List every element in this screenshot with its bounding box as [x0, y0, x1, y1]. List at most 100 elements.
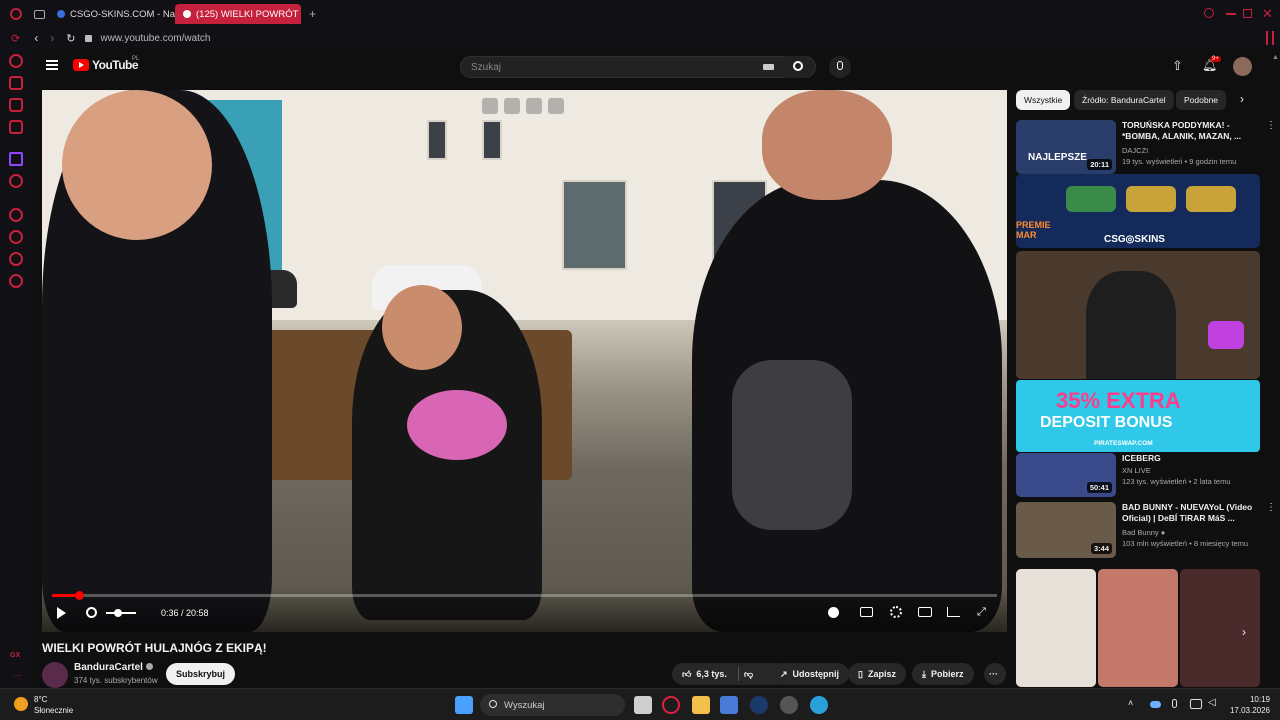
download-button[interactable]: ⤓ Pobierz [912, 663, 974, 685]
player-icon[interactable] [9, 208, 23, 222]
channel-name[interactable]: Bad Bunny ● [1122, 528, 1165, 537]
forward-button[interactable]: › [50, 31, 54, 45]
fullscreen-icon[interactable]: ⤢ [977, 606, 986, 619]
gx-icon[interactable]: GX [10, 652, 20, 659]
short-thumbnail[interactable] [1098, 569, 1178, 687]
maximize-button[interactable] [1243, 9, 1252, 18]
start-menu-icon[interactable] [455, 696, 473, 714]
more-icon[interactable]: ··· [13, 670, 22, 680]
opera-gx-taskbar-icon[interactable] [662, 696, 680, 714]
edge-icon[interactable] [810, 696, 828, 714]
overlay-icon[interactable] [482, 98, 498, 114]
stream-preview[interactable] [1016, 251, 1260, 379]
more-options-icon[interactable]: ⋮ [1266, 120, 1276, 131]
video-thumbnail[interactable]: 50:41 [1016, 453, 1116, 497]
search-button[interactable] [784, 56, 814, 78]
shorts-next-arrow-icon[interactable]: › [1242, 625, 1246, 639]
miniplayer-icon[interactable] [918, 607, 932, 617]
new-tab-button[interactable]: + [309, 7, 316, 21]
video-title[interactable]: TORUŃSKA PODDYMKA! - *BOMBA, ALANIK, MAZ… [1122, 120, 1262, 142]
share-button[interactable]: ↗ Udostępnij [770, 663, 850, 685]
video-player[interactable]: 0:36 / 20:58 ⤢ [42, 90, 1007, 632]
tab-csgo-skins[interactable]: CSGO-SKINS.COM - Najle [49, 4, 175, 24]
onedrive-icon[interactable] [1150, 701, 1161, 708]
microsoft-store-icon[interactable] [720, 696, 738, 714]
tab-youtube-video[interactable]: (125) WIELKI POWRÓT HU [175, 4, 301, 24]
video-thumbnail[interactable]: 3:44 [1016, 502, 1116, 558]
overlay-icon[interactable] [504, 98, 520, 114]
tabs-menu-icon[interactable] [34, 9, 45, 19]
channel-name[interactable]: XN LIVE [1122, 466, 1151, 475]
volume-tray-icon[interactable]: ◁ [1208, 697, 1216, 708]
progress-scrubber[interactable] [75, 591, 85, 600]
pirateswap-ad[interactable]: 35% EXTRA DEPOSIT BONUS PIRATESWAP.COM [1016, 380, 1260, 452]
csgo-skins-ad[interactable]: PREMIE MAR CSG◎SKINS [1016, 174, 1260, 248]
easy-setup-icon[interactable] [1266, 31, 1274, 45]
save-button[interactable]: ▯ Zapisz [848, 663, 906, 685]
chip-source[interactable]: Źródło: BanduraCartel [1074, 90, 1174, 110]
youtube-logo-icon[interactable] [73, 59, 89, 71]
steam-icon[interactable] [750, 696, 768, 714]
play-button[interactable] [57, 607, 66, 619]
settings-icon[interactable] [890, 606, 902, 618]
volume-icon[interactable] [86, 607, 97, 618]
opera-logo-icon[interactable] [10, 8, 22, 20]
video-thumbnail[interactable]: NAJLEPSZE 20:11 [1016, 120, 1116, 174]
clock[interactable]: 10:19 17.03.2026 [1230, 694, 1270, 716]
cast-icon[interactable] [947, 607, 960, 617]
chip-similar[interactable]: Podobne [1176, 90, 1227, 110]
voice-search-button[interactable] [829, 56, 851, 78]
overlay-icon[interactable] [526, 98, 542, 114]
subscribe-button[interactable]: Subskrybuj [166, 663, 236, 685]
extensions-icon[interactable] [9, 252, 23, 266]
settings-gear-icon[interactable] [9, 274, 23, 288]
channel-name[interactable]: DAJCZI [1122, 146, 1148, 155]
twitch-icon[interactable] [9, 152, 23, 166]
chips-next-arrow-icon[interactable]: › [1240, 92, 1244, 106]
reload-sync-icon[interactable]: ⟳ [11, 32, 20, 45]
youtube-sidebar-icon[interactable] [9, 174, 23, 188]
progress-bar[interactable] [52, 591, 997, 600]
volume-slider[interactable] [106, 609, 136, 617]
scrollbar-up-arrow[interactable]: ▲ [1272, 54, 1279, 61]
taskbar-search-label: Wyszukaj [504, 699, 545, 711]
history-icon[interactable] [9, 230, 23, 244]
dislike-button[interactable]: 👎︎ [744, 669, 753, 680]
task-view-icon[interactable] [634, 696, 652, 714]
close-window-button[interactable]: ✕ [1262, 6, 1273, 22]
hamburger-menu-icon[interactable] [46, 60, 58, 70]
channel-name[interactable]: BanduraCartel [74, 662, 153, 673]
pause-toggle-icon[interactable] [828, 607, 839, 618]
url-field[interactable]: www.youtube.com/watch [100, 33, 210, 44]
workspaces-icon[interactable] [9, 76, 23, 90]
messenger-icon[interactable] [9, 98, 23, 112]
tray-chevron-icon[interactable]: ˄ [1128, 698, 1133, 708]
search-tabs-icon[interactable] [1204, 8, 1214, 18]
more-options-icon[interactable]: ⋮ [1266, 502, 1276, 513]
back-button[interactable]: ‹ [34, 31, 38, 45]
video-title[interactable]: BAD BUNNY - NUEVAYoL (Video Oficial) | D… [1122, 502, 1262, 524]
weather-icon[interactable] [14, 697, 28, 711]
instagram-icon[interactable] [9, 120, 23, 134]
subtitles-icon[interactable] [860, 607, 873, 617]
keyboard-icon[interactable] [763, 64, 774, 70]
weather-widget[interactable]: 8°C Słonecznie [34, 694, 73, 716]
taskbar-search[interactable]: Wyszukaj [480, 694, 625, 716]
chip-all[interactable]: Wszystkie [1016, 90, 1071, 110]
app-icon[interactable] [780, 696, 798, 714]
aria-icon[interactable] [9, 54, 23, 68]
channel-avatar[interactable] [42, 662, 68, 688]
more-actions-button[interactable]: ··· [984, 663, 1006, 685]
account-avatar[interactable] [1233, 57, 1252, 76]
file-explorer-icon[interactable] [692, 696, 710, 714]
short-thumbnail[interactable] [1016, 569, 1096, 687]
upload-icon[interactable]: ⇧ [1172, 58, 1183, 74]
overlay-icon[interactable] [548, 98, 564, 114]
like-button[interactable]: 👍︎ 6,3 tys. [682, 669, 727, 680]
short-thumbnail[interactable] [1180, 569, 1260, 687]
minimize-button[interactable] [1226, 13, 1236, 15]
video-title[interactable]: ICEBERG [1122, 453, 1262, 464]
microphone-tray-icon[interactable] [1172, 699, 1177, 708]
reload-button[interactable]: ↻ [66, 32, 75, 45]
network-icon[interactable] [1190, 699, 1202, 709]
